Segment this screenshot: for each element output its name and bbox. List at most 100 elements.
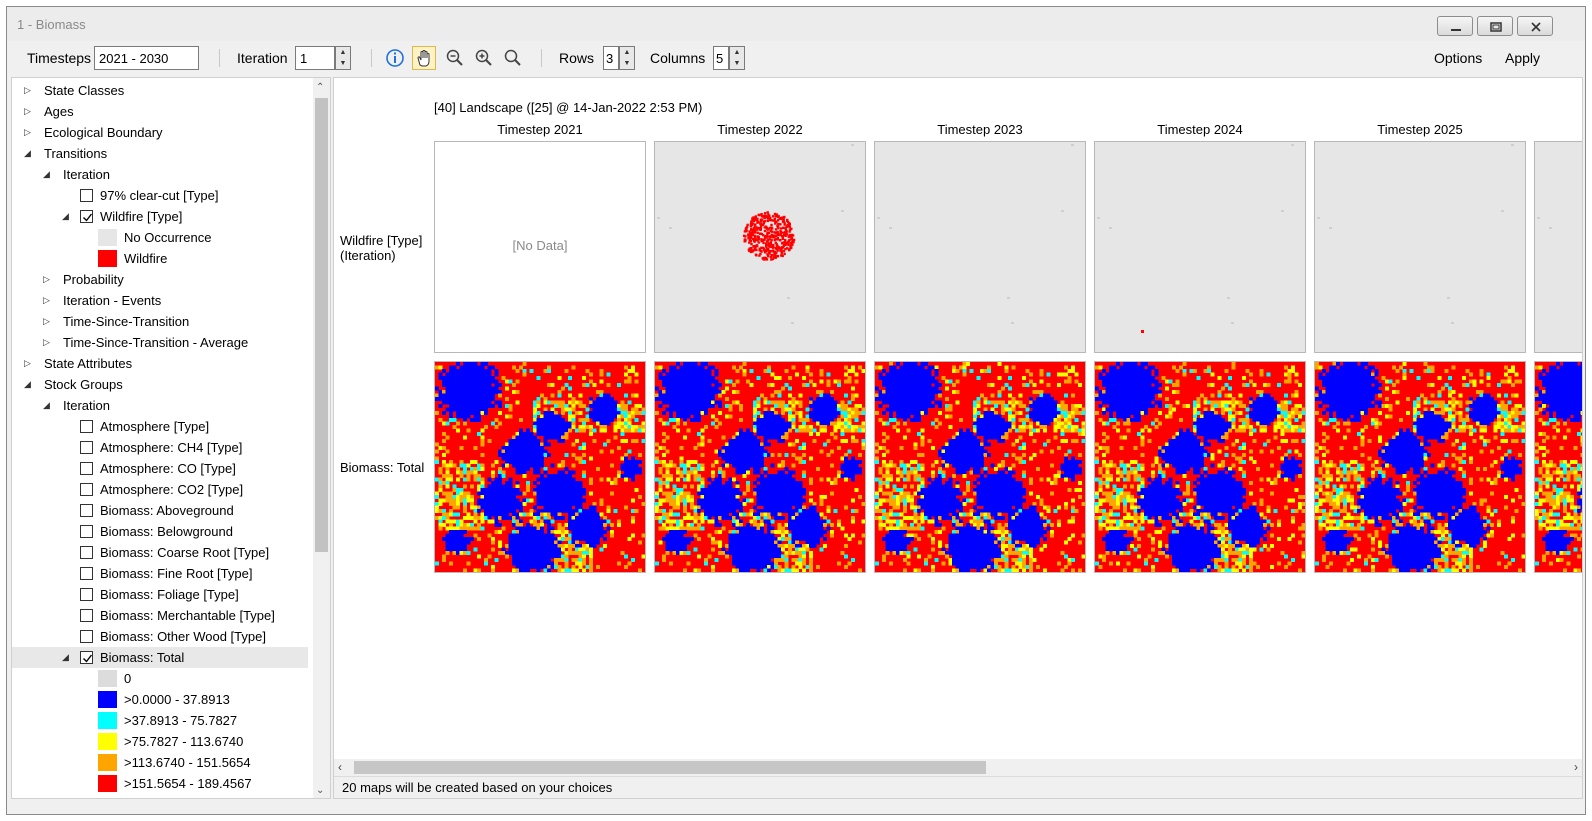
map-biomass[interactable] xyxy=(1094,361,1306,573)
zoom-in-button[interactable] xyxy=(472,46,496,70)
tree-item[interactable]: ▷ Time-Since-Transition xyxy=(12,311,308,332)
scroll-right-icon[interactable]: › xyxy=(1574,760,1578,774)
biomass-raster xyxy=(1535,362,1582,572)
scroll-down-icon[interactable]: ⌄ xyxy=(316,785,324,796)
tree-item[interactable]: ◢ Biomass: Total xyxy=(12,647,308,668)
columns-spinner[interactable]: ▲ ▼ xyxy=(729,46,745,70)
tree-item[interactable]: ◢ Transitions xyxy=(12,143,308,164)
zoom-extent-button[interactable] xyxy=(501,46,525,70)
map-biomass[interactable] xyxy=(434,361,646,573)
tree-item[interactable]: Biomass: Aboveground xyxy=(12,500,308,521)
collapsed-arrow-icon[interactable]: ▷ xyxy=(43,332,50,353)
rows-spinner[interactable]: ▲ ▼ xyxy=(619,46,635,70)
tree-item[interactable]: Biomass: Merchantable [Type] xyxy=(12,605,308,626)
tree-item[interactable]: ◢ Iteration xyxy=(12,164,308,185)
tree-item[interactable]: ▷ Iteration - Events xyxy=(12,290,308,311)
map-wildfire[interactable] xyxy=(654,141,866,353)
timesteps-input[interactable] xyxy=(94,46,199,70)
tree-item[interactable]: >0.0000 - 37.8913 xyxy=(12,689,308,710)
tree-item[interactable]: ◢ Stock Groups xyxy=(12,374,308,395)
map-no-data[interactable]: [No Data] xyxy=(434,141,646,353)
tree-checkbox[interactable] xyxy=(80,441,93,454)
tree-checkbox[interactable] xyxy=(80,420,93,433)
expanded-arrow-icon[interactable]: ◢ xyxy=(24,374,31,395)
collapsed-arrow-icon[interactable]: ▷ xyxy=(24,122,31,143)
tree-checkbox[interactable] xyxy=(80,462,93,475)
expanded-arrow-icon[interactable]: ◢ xyxy=(24,143,31,164)
collapsed-arrow-icon[interactable]: ▷ xyxy=(43,290,50,311)
collapsed-arrow-icon[interactable]: ▷ xyxy=(43,269,50,290)
collapsed-arrow-icon[interactable]: ▷ xyxy=(24,353,31,374)
tree-item[interactable]: ◢ Wildfire [Type] xyxy=(12,206,308,227)
tree-item[interactable]: Biomass: Fine Root [Type] xyxy=(12,563,308,584)
tree-item[interactable]: ▷ State Classes xyxy=(12,80,308,101)
apply-button[interactable]: Apply xyxy=(1505,50,1540,66)
tree-scrollbar-thumb[interactable] xyxy=(315,98,328,552)
expanded-arrow-icon[interactable]: ◢ xyxy=(43,395,50,416)
expanded-arrow-icon[interactable]: ◢ xyxy=(43,164,50,185)
collapsed-arrow-icon[interactable]: ▷ xyxy=(24,101,31,122)
expanded-arrow-icon[interactable]: ◢ xyxy=(62,206,69,227)
tree-item[interactable]: No Occurrence xyxy=(12,227,308,248)
tree-item[interactable]: ▷ Ecological Boundary xyxy=(12,122,308,143)
tree-item[interactable]: Biomass: Belowground xyxy=(12,521,308,542)
map-scrollbar-thumb[interactable] xyxy=(354,761,986,774)
tree-item[interactable]: ▷ Time-Since-Transition - Average xyxy=(12,332,308,353)
collapsed-arrow-icon[interactable]: ▷ xyxy=(43,311,50,332)
maximize-button[interactable] xyxy=(1477,16,1513,36)
tree-checkbox[interactable] xyxy=(80,483,93,496)
tree-item[interactable]: >151.5654 - 189.4567 xyxy=(12,773,308,794)
tree-item[interactable]: ▷ State Attributes xyxy=(12,353,308,374)
tree-item[interactable]: ▷ Ages xyxy=(12,101,308,122)
options-button[interactable]: Options xyxy=(1434,50,1482,66)
collapsed-arrow-icon[interactable]: ▷ xyxy=(24,80,31,101)
info-button[interactable] xyxy=(383,46,407,70)
tree-checkbox[interactable] xyxy=(80,651,93,664)
map-wildfire[interactable] xyxy=(1534,141,1582,353)
tree-checkbox[interactable] xyxy=(80,546,93,559)
tree-checkbox[interactable] xyxy=(80,609,93,622)
tree-checkbox[interactable] xyxy=(80,504,93,517)
tree-item[interactable]: Atmosphere: CO2 [Type] xyxy=(12,479,308,500)
map-biomass[interactable] xyxy=(1314,361,1526,573)
tree-item[interactable]: 0 xyxy=(12,668,308,689)
scroll-up-icon[interactable]: ⌃ xyxy=(316,82,324,93)
tree-item[interactable]: >37.8913 - 75.7827 xyxy=(12,710,308,731)
tree-item[interactable]: Wildfire xyxy=(12,248,308,269)
map-wildfire[interactable] xyxy=(1094,141,1306,353)
tree-checkbox[interactable] xyxy=(80,210,93,223)
columns-input[interactable] xyxy=(713,46,729,70)
map-wildfire[interactable] xyxy=(874,141,1086,353)
tree-item[interactable]: Biomass: Coarse Root [Type] xyxy=(12,542,308,563)
rows-input[interactable] xyxy=(603,46,619,70)
iteration-spinner[interactable]: ▲ ▼ xyxy=(335,46,351,70)
map-wildfire[interactable] xyxy=(1314,141,1526,353)
iteration-input[interactable] xyxy=(295,46,335,70)
tree-item[interactable]: Atmosphere: CH4 [Type] xyxy=(12,437,308,458)
tree-checkbox[interactable] xyxy=(80,525,93,538)
zoom-out-button[interactable] xyxy=(443,46,467,70)
minimize-button[interactable] xyxy=(1437,16,1473,36)
tree-checkbox[interactable] xyxy=(80,189,93,202)
tree-item[interactable]: ▷ Probability xyxy=(12,269,308,290)
tree-item[interactable]: Atmosphere: CO [Type] xyxy=(12,458,308,479)
pan-button[interactable] xyxy=(412,46,436,70)
tree-checkbox[interactable] xyxy=(80,630,93,643)
scroll-left-icon[interactable]: ‹ xyxy=(338,760,342,774)
tree-item[interactable]: ◢ Iteration xyxy=(12,395,308,416)
close-button[interactable] xyxy=(1517,16,1553,36)
tree-item[interactable]: >113.6740 - 151.5654 xyxy=(12,752,308,773)
tree-scrollbar[interactable]: ⌃ ⌄ xyxy=(313,78,330,798)
tree-item[interactable]: Biomass: Other Wood [Type] xyxy=(12,626,308,647)
tree-checkbox[interactable] xyxy=(80,588,93,601)
tree-item[interactable]: >75.7827 - 113.6740 xyxy=(12,731,308,752)
tree-item[interactable]: 97% clear-cut [Type] xyxy=(12,185,308,206)
tree-checkbox[interactable] xyxy=(80,567,93,580)
tree-item[interactable]: Biomass: Foliage [Type] xyxy=(12,584,308,605)
expanded-arrow-icon[interactable]: ◢ xyxy=(62,647,69,668)
tree-item[interactable]: Atmosphere [Type] xyxy=(12,416,308,437)
map-horizontal-scrollbar[interactable]: ‹ › xyxy=(334,759,1582,776)
map-biomass[interactable] xyxy=(1534,361,1582,573)
map-biomass[interactable] xyxy=(874,361,1086,573)
map-biomass[interactable] xyxy=(654,361,866,573)
